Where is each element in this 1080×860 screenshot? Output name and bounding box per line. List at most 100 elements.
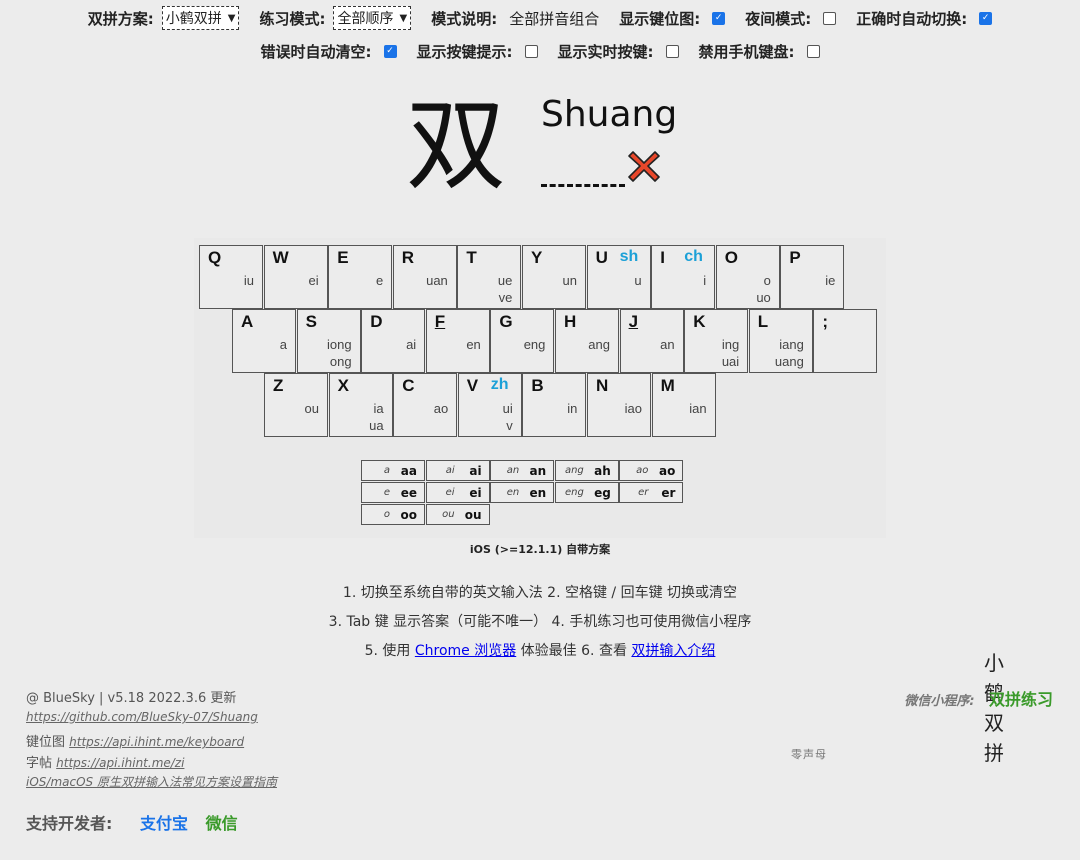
key-q: Qiu — [199, 245, 263, 309]
zero-initial-final: en — [506, 487, 520, 498]
key-semicolon: ; — [813, 309, 878, 373]
key-final: en — [466, 337, 481, 352]
answer-input[interactable] — [541, 184, 625, 187]
zero-initial-keys: ee — [400, 486, 417, 500]
zero-initial-cell: er er — [619, 482, 684, 503]
realtime-key-option: 显示实时按键: — [558, 41, 679, 62]
key-final: iong — [327, 337, 352, 352]
key-v: Vzh ui v — [457, 373, 522, 437]
tip-line-2: 3. Tab 键 显示答案（可能不唯一） 4. 手机练习也可使用微信小程序 — [328, 614, 752, 630]
zero-initial-final: o — [383, 509, 390, 520]
key-m: Mian — [651, 373, 716, 437]
zero-initial-final: ao — [636, 465, 649, 476]
key-s: Siong ong — [296, 309, 361, 373]
key-final: ve — [498, 290, 513, 305]
zitie-label: 字帖 — [26, 756, 53, 771]
key-g: Geng — [490, 309, 555, 373]
key-initial: zh — [490, 376, 509, 393]
zero-initial-keys: ou — [464, 508, 482, 522]
key-letter: M — [660, 376, 675, 395]
night-mode-option: 夜间模式: — [745, 8, 837, 29]
key-final: ua — [369, 418, 384, 433]
key-letter: D — [370, 312, 383, 331]
zero-initial-final: ai — [445, 465, 455, 476]
key-hint-checkbox[interactable] — [524, 44, 538, 58]
alipay-link[interactable]: 支付宝 — [140, 814, 188, 833]
keyboard-layout: Qiu Wei Ee Ruan Tue ve Yun Ush u Ich i Oo uo Pie Aa Sio… — [194, 238, 1004, 765]
realtime-key-checkbox[interactable] — [665, 44, 679, 58]
key-final: ang — [588, 337, 610, 352]
zero-initial-keys: en — [529, 486, 547, 500]
zero-initial-keys: ai — [469, 464, 482, 478]
disable-mobile-option: 禁用手机键盘: — [699, 41, 820, 62]
zero-initial-cell: e ee — [361, 482, 425, 503]
tip-5-prefix: 5. 使用 — [364, 643, 415, 659]
brand-line-2: 双拼 — [984, 711, 1004, 765]
auto-switch-option: 正确时自动切换: ✓ — [856, 8, 993, 29]
wechat-mini-label: 微信小程序: — [904, 694, 975, 709]
zero-initial-label: 零声母 — [791, 748, 827, 761]
zero-initial-final: an — [506, 465, 520, 476]
key-letter: Q — [208, 248, 222, 267]
auto-switch-label: 正确时自动切换: — [856, 9, 968, 28]
key-final: u — [634, 273, 642, 288]
zero-initial-final: ang — [564, 465, 584, 476]
keymap-link[interactable]: https://api.ihint.me/keyboard — [69, 735, 244, 749]
shuangpin-intro-link[interactable]: 双拼输入介绍 — [631, 643, 715, 659]
night-mode-checkbox[interactable] — [823, 11, 837, 25]
zitie-row: 字帖 https://api.ihint.me/zi — [26, 752, 184, 771]
key-final: ing — [721, 337, 740, 352]
key-final: ie — [825, 273, 836, 288]
key-a: Aa — [232, 309, 296, 373]
key-letter: P — [789, 248, 801, 267]
show-layout-option: 显示键位图: ✓ — [619, 8, 726, 29]
key-final: i — [703, 273, 707, 288]
zero-initial-cell: ao ao — [619, 460, 684, 481]
desc-value: 全部拼音组合 — [509, 9, 600, 28]
key-final: ao — [433, 401, 449, 416]
github-link-row: https://github.com/BlueSky-07/Shuang — [26, 710, 258, 725]
wechat-pay-link[interactable]: 微信 — [206, 814, 238, 833]
key-f: Fen — [425, 309, 490, 373]
wechat-miniprogram: 微信小程序: 双拼练习 — [904, 686, 1053, 710]
key-letter: K — [693, 312, 706, 331]
scheme-option: 双拼方案: 小鹤双拼 ▼ — [88, 6, 240, 30]
key-final: iu — [243, 273, 254, 288]
zero-initial-final: ei — [445, 487, 455, 498]
zero-initial-cell: ei ei — [425, 482, 490, 503]
key-letter: I — [660, 248, 665, 267]
scheme-select[interactable]: 小鹤双拼 ▼ — [161, 6, 240, 30]
key-final: v — [506, 418, 513, 433]
key-final: e — [375, 273, 384, 288]
auto-switch-checkbox[interactable]: ✓ — [979, 11, 993, 25]
key-letter: X — [337, 376, 349, 395]
key-final: uang — [774, 354, 804, 369]
chrome-link[interactable]: Chrome 浏览器 — [415, 643, 516, 659]
key-final: ui — [502, 401, 513, 416]
key-final: in — [567, 401, 578, 416]
mode-select[interactable]: 全部顺序 ▼ — [333, 6, 412, 30]
key-letter: A — [241, 312, 254, 331]
key-hint-label: 显示按键提示: — [416, 42, 513, 61]
key-letter: S — [305, 312, 317, 331]
support-developer: 支持开发者: 支付宝 微信 — [26, 810, 238, 834]
ios-guide-row: iOS/macOS 原生双拼输入法常见方案设置指南 — [26, 773, 277, 790]
chevron-down-icon: ▼ — [399, 12, 408, 24]
key-final: a — [279, 337, 287, 352]
zero-initial-cell: eng eg — [554, 482, 619, 503]
key-letter: Z — [273, 376, 284, 395]
zitie-link[interactable]: https://api.ihint.me/zi — [56, 756, 184, 770]
keymap-label: 键位图 — [26, 735, 66, 750]
github-link[interactable]: https://github.com/BlueSky-07/Shuang — [26, 710, 258, 724]
wechat-mini-name[interactable]: 双拼练习 — [989, 690, 1053, 709]
ios-guide-link[interactable]: iOS/macOS 原生双拼输入法常见方案设置指南 — [26, 775, 277, 789]
show-layout-checkbox[interactable]: ✓ — [712, 11, 726, 25]
key-letter: G — [499, 312, 513, 331]
auto-clear-checkbox[interactable]: ✓ — [383, 44, 397, 58]
disable-mobile-checkbox[interactable] — [806, 44, 820, 58]
key-final: iao — [624, 401, 642, 416]
zero-initial-keys: ei — [469, 486, 482, 500]
tip-line-1: 1. 切换至系统自带的英文输入法 2. 空格键 / 回车键 切换或清空 — [342, 585, 738, 601]
mode-option: 练习模式: 全部顺序 ▼ — [259, 6, 412, 30]
mode-description: 模式说明: 全部拼音组合 — [431, 8, 599, 29]
